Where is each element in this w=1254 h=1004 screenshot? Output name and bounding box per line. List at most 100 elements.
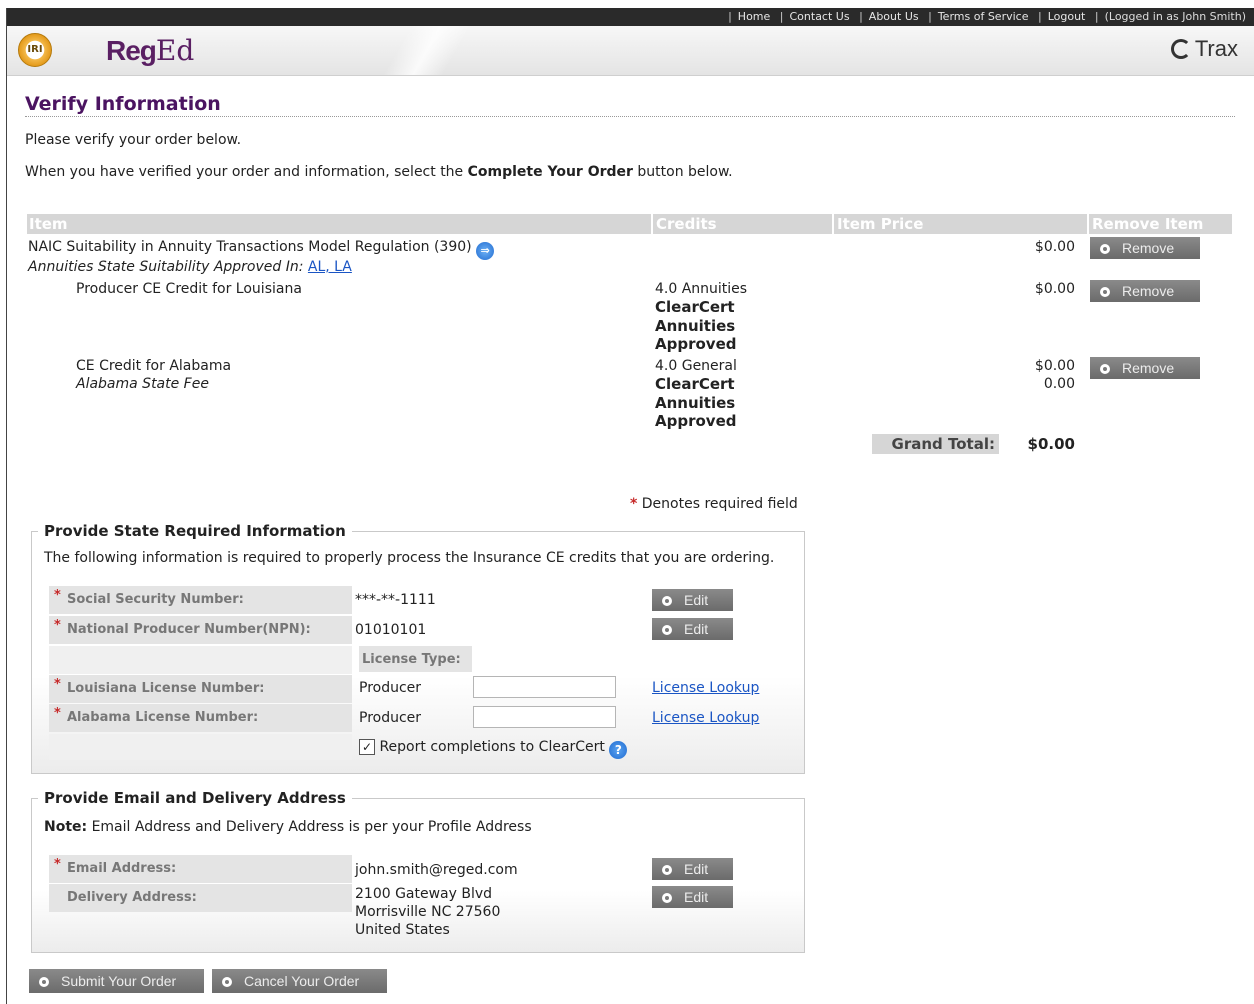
required-star: * xyxy=(54,618,61,633)
reged-logo: RegEd xyxy=(106,34,194,68)
approved-states-link[interactable]: AL, LA xyxy=(308,259,352,275)
clearcert-line: ClearCert xyxy=(655,375,735,393)
npn-label: * National Producer Number(NPN): xyxy=(49,616,352,644)
al-license-type: Producer xyxy=(359,710,422,726)
col-credits: Credits xyxy=(656,215,717,233)
email-label-text: Email Address: xyxy=(67,861,177,876)
email-delivery-note: Note: Email Address and Delivery Address… xyxy=(44,818,532,836)
approved-label: Annuities State Suitability Approved In: xyxy=(28,259,308,275)
report-label: Report completions to ClearCert xyxy=(379,739,605,755)
npn-label-text: National Producer Number(NPN): xyxy=(67,622,311,637)
al-license-label-text: Alabama License Number: xyxy=(67,710,259,725)
instruction-bold: Complete Your Order xyxy=(467,164,633,180)
edit-npn-button[interactable]: Edit xyxy=(652,618,733,640)
col-divider xyxy=(832,214,834,234)
required-field-note: * Denotes required field xyxy=(630,495,798,513)
col-divider xyxy=(651,214,653,234)
trax-icon xyxy=(1170,39,1191,59)
remove-button[interactable]: Remove xyxy=(1090,280,1200,302)
order-item-sub: Alabama State Fee xyxy=(76,376,209,392)
title-divider xyxy=(25,116,1235,117)
nav-about-link[interactable]: About Us xyxy=(869,10,919,23)
col-item-price: Item Price xyxy=(837,215,924,233)
top-nav: | Home | Contact Us | About Us | Terms of Se… xyxy=(728,10,1246,23)
remove-label: Remove xyxy=(1122,360,1175,376)
help-icon[interactable]: ? xyxy=(609,741,628,759)
delivery-address-value: 2100 Gateway Blvd Morrisville NC 27560 U… xyxy=(355,885,500,939)
circle-icon xyxy=(662,625,672,635)
required-note-text: Denotes required field xyxy=(637,496,798,512)
cancel-order-button[interactable]: Cancel Your Order xyxy=(212,969,387,993)
nav-logout-link[interactable]: Logout xyxy=(1048,10,1086,23)
la-license-input[interactable] xyxy=(473,676,616,698)
credits-value: 4.0 General xyxy=(655,358,737,374)
trax-text: Trax xyxy=(1194,36,1238,61)
instruction-post: button below. xyxy=(632,164,733,180)
required-star: * xyxy=(54,857,61,872)
clearcert-line: ClearCert xyxy=(655,298,735,316)
nav-contact-link[interactable]: Contact Us xyxy=(790,10,850,23)
license-type-spacer xyxy=(49,646,352,674)
edit-label: Edit xyxy=(684,592,709,608)
email-label: * Email Address: xyxy=(49,855,352,883)
address-line: United States xyxy=(355,922,450,938)
remove-button[interactable]: Remove xyxy=(1090,357,1200,379)
nav-terms-link[interactable]: Terms of Service xyxy=(938,10,1029,23)
edit-email-button[interactable]: Edit xyxy=(652,858,733,880)
page-left-border xyxy=(6,8,7,1004)
address-line: 2100 Gateway Blvd xyxy=(355,886,493,902)
clearcert-line: Annuities xyxy=(655,393,736,412)
state-info-description: The following information is required to… xyxy=(44,550,775,566)
approved-states: Annuities State Suitability Approved In:… xyxy=(28,258,352,276)
iri-logo: IRI xyxy=(18,33,52,67)
la-license-label-text: Louisiana License Number: xyxy=(67,681,265,696)
edit-label: Edit xyxy=(684,889,709,905)
clearcert-approved: ClearCert Annuities Approved xyxy=(655,375,736,431)
instruction-text: When you have verified your order and in… xyxy=(25,163,733,181)
logged-in-user: (Logged in as John Smith) xyxy=(1104,10,1246,23)
item-price: $0.00 xyxy=(1034,281,1075,297)
npn-value: 01010101 xyxy=(355,622,427,638)
address-line: Morrisville NC 27560 xyxy=(355,904,501,920)
col-divider xyxy=(1087,214,1089,234)
nav-home-link[interactable]: Home xyxy=(738,10,770,23)
page-title: Verify Information xyxy=(25,93,221,115)
la-license-lookup-link[interactable]: License Lookup xyxy=(652,679,759,697)
item-price: $0.00 xyxy=(1034,239,1075,255)
order-item-name: CE Credit for Alabama xyxy=(76,358,232,374)
instruction-pre: When you have verified your order and in… xyxy=(25,164,468,180)
edit-address-button[interactable]: Edit xyxy=(652,886,733,908)
header-swoosh xyxy=(367,26,487,75)
brand-light: Ed xyxy=(155,34,195,67)
remove-button[interactable]: Remove xyxy=(1090,237,1200,259)
clearcert-approved: ClearCert Annuities Approved xyxy=(655,298,736,354)
circle-icon xyxy=(662,893,672,903)
report-row-spacer xyxy=(49,734,352,760)
iri-logo-text: IRI xyxy=(27,44,43,55)
trax-logo: Trax xyxy=(1170,36,1238,62)
al-license-lookup-link[interactable]: License Lookup xyxy=(652,709,759,727)
grand-total-value: $0.00 xyxy=(1027,435,1075,453)
edit-ssn-button[interactable]: Edit xyxy=(652,589,733,611)
circle-icon xyxy=(662,865,672,875)
license-type-header: License Type: xyxy=(359,646,472,672)
info-icon[interactable]: ⇒ xyxy=(476,242,495,260)
col-remove-item: Remove Item xyxy=(1092,215,1204,233)
circle-icon xyxy=(222,977,232,987)
order-item-name: Producer CE Credit for Louisiana xyxy=(76,281,302,297)
order-table-header xyxy=(27,214,1232,234)
cancel-label: Cancel Your Order xyxy=(244,973,360,989)
submit-label: Submit Your Order xyxy=(61,973,177,989)
clearcert-line: Approved xyxy=(655,335,737,353)
delivery-address-label: Delivery Address: xyxy=(49,884,352,912)
clearcert-line: Approved xyxy=(655,412,737,430)
report-checkbox[interactable]: ✓ xyxy=(359,739,375,755)
al-license-input[interactable] xyxy=(473,706,616,728)
ssn-label-text: Social Security Number: xyxy=(67,592,244,607)
edit-label: Edit xyxy=(684,861,709,877)
circle-icon xyxy=(662,596,672,606)
grand-total-label: Grand Total: xyxy=(872,434,999,454)
la-license-type: Producer xyxy=(359,680,422,696)
submit-order-button[interactable]: Submit Your Order xyxy=(29,969,204,993)
state-info-legend: Provide State Required Information xyxy=(38,521,352,541)
